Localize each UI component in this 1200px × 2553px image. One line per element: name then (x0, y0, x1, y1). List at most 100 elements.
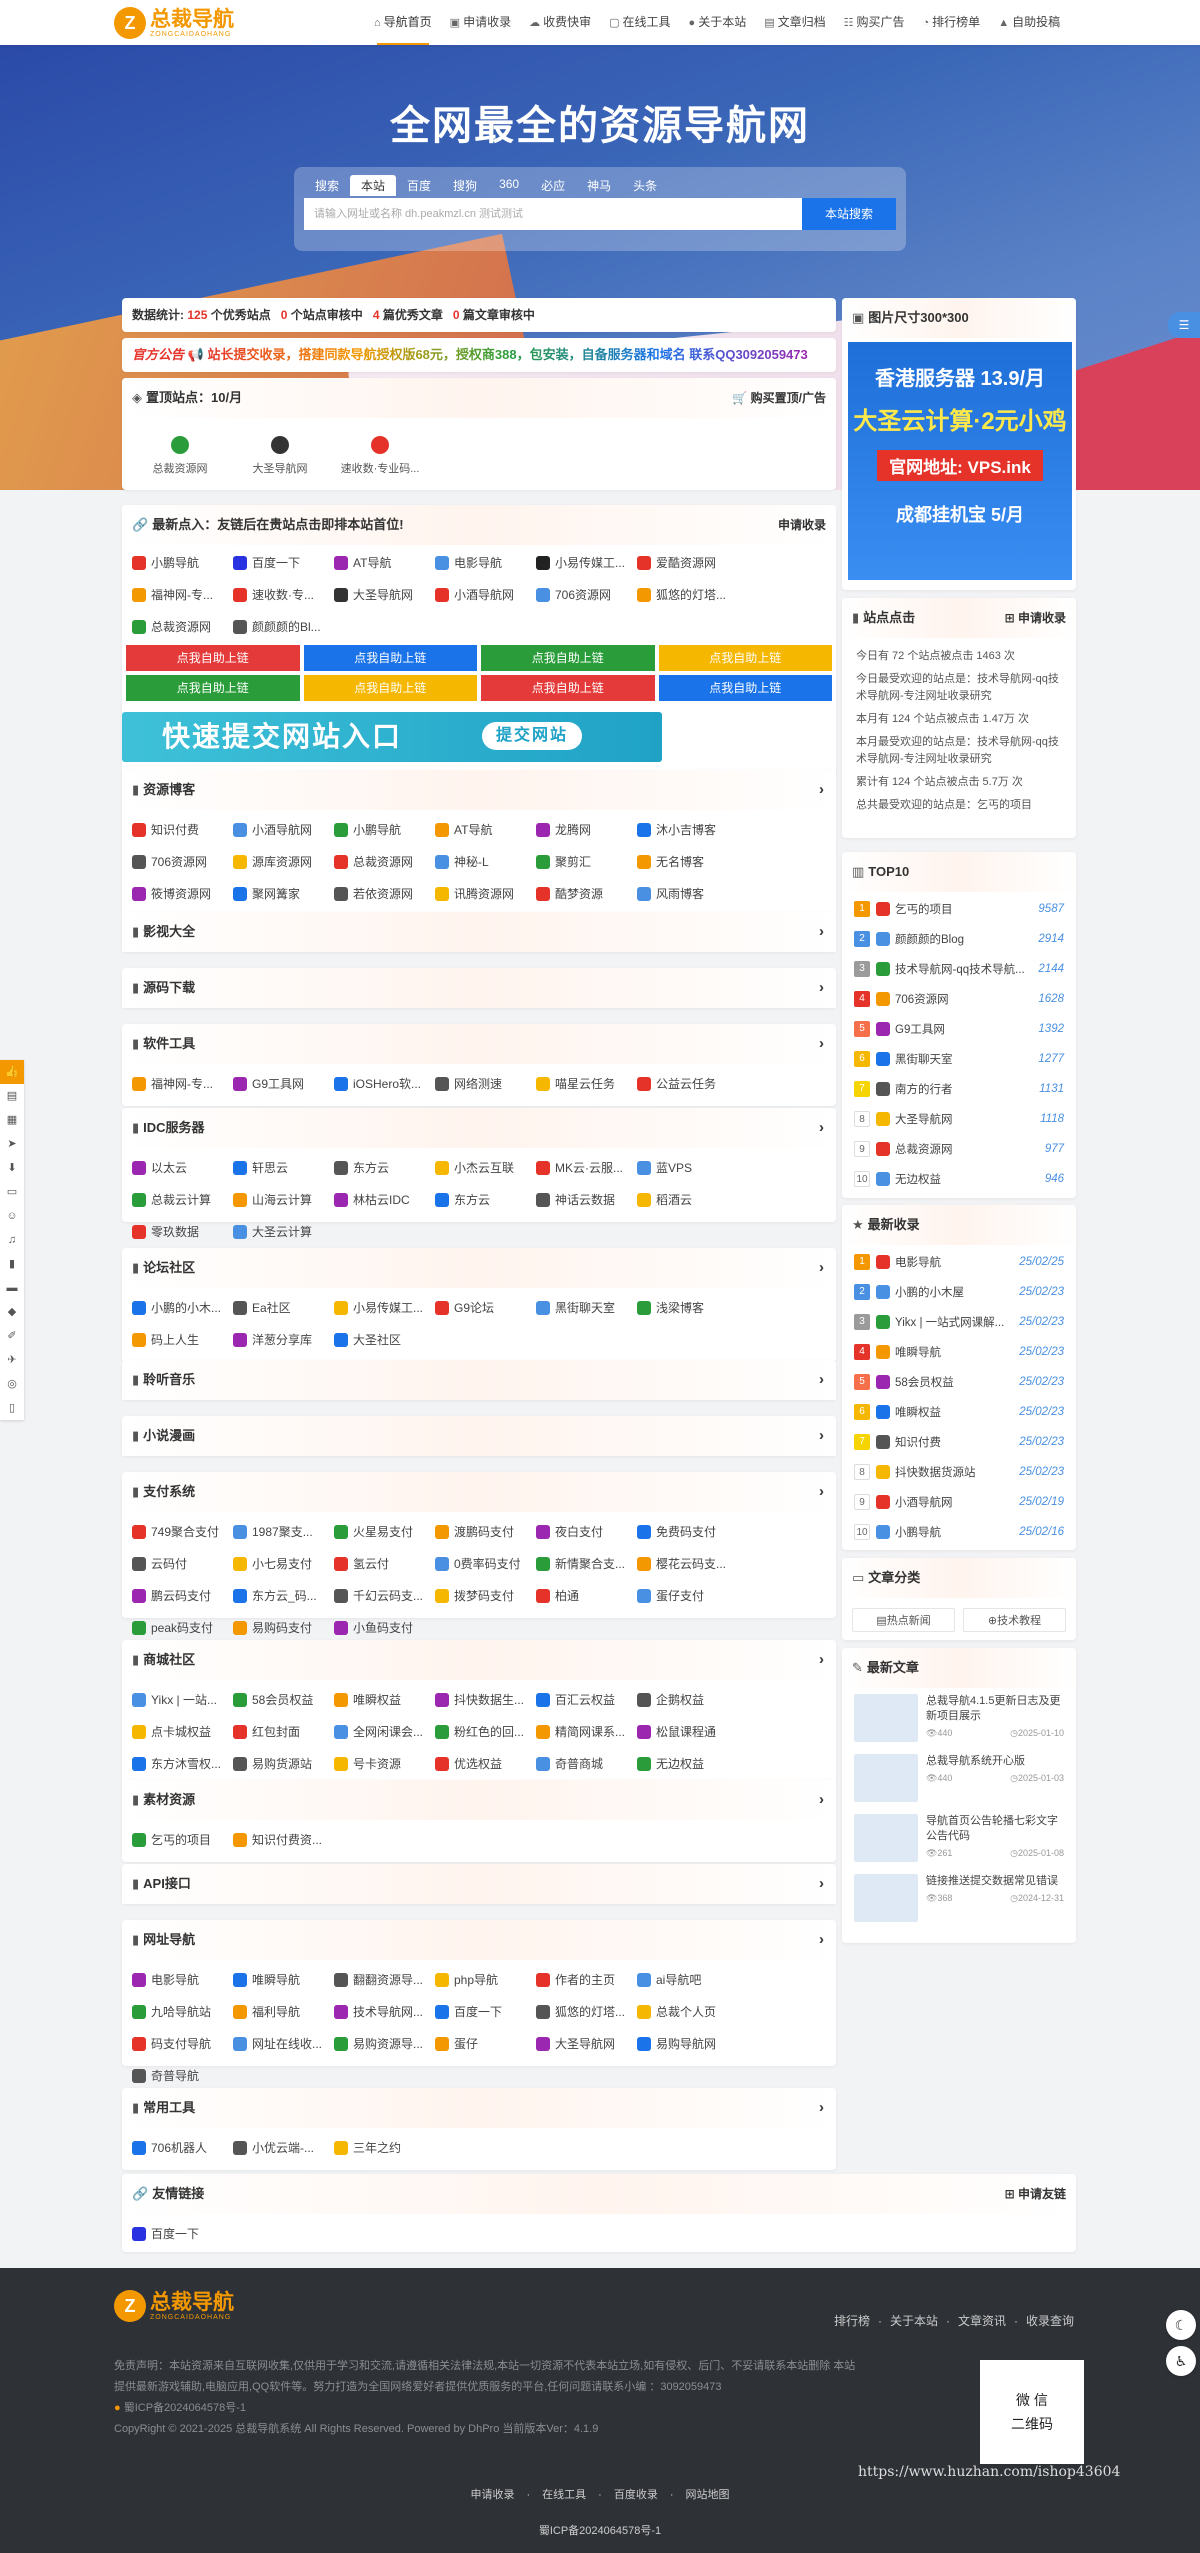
site-link[interactable]: 总裁云计算 (132, 1184, 233, 1216)
self-link-button[interactable]: 点我自助上链 (481, 675, 655, 701)
footer-logo[interactable]: Z 总裁导航 ZONGCAIDAOHANG (114, 2290, 234, 2322)
site-link[interactable]: 风雨博客 (637, 878, 738, 910)
site-link[interactable]: 网络测速 (435, 1068, 536, 1100)
download-icon[interactable]: ⬇ (0, 1156, 24, 1180)
site-link[interactable]: 易购资源导... (334, 2028, 435, 2060)
search-tab-1[interactable]: 本站 (350, 175, 397, 196)
apply-link[interactable]: 申请收录 (778, 505, 826, 545)
site-link[interactable]: 蓝VPS (637, 1152, 738, 1184)
site-link[interactable]: 翻翻资源导... (334, 1964, 435, 1996)
site-link[interactable]: 聚剪汇 (536, 846, 637, 878)
site-link[interactable]: 企鹅权益 (637, 1684, 738, 1716)
chevron-right-icon[interactable]: › (819, 770, 824, 810)
chevron-right-icon[interactable]: › (819, 912, 824, 952)
article-category-1[interactable]: ⊕技术教程 (963, 1608, 1066, 1632)
site-link[interactable]: 酷梦资源 (536, 878, 637, 910)
site-link[interactable]: 大圣导航网 (334, 579, 435, 611)
search-tab-7[interactable]: 头条 (622, 175, 668, 196)
site-link[interactable]: 筱博资源网 (132, 878, 233, 910)
self-link-button[interactable]: 点我自助上链 (303, 645, 477, 671)
nav-item-5[interactable]: ▤ 文章归档 (755, 0, 834, 45)
quick-submit-banner[interactable]: 快速提交网站入口 提交网站 (122, 712, 662, 762)
site-link[interactable]: 龙腾网 (536, 814, 637, 846)
site-link[interactable]: Ea社区 (233, 1292, 334, 1324)
site-link[interactable]: 小杰云互联 (435, 1152, 536, 1184)
friend-link[interactable]: 百度一下 (132, 2218, 233, 2250)
site-link[interactable]: 1987聚支... (233, 1516, 334, 1548)
card-icon[interactable]: ▬ (0, 1276, 24, 1300)
site-link[interactable]: 点卡城权益 (132, 1716, 233, 1748)
site-link[interactable]: 东方云 (435, 1184, 536, 1216)
apply-link-side[interactable]: ⊞ 申请收录 (1005, 598, 1066, 638)
site-link[interactable]: 讯腾资源网 (435, 878, 536, 910)
site-link[interactable]: MK云·云服... (536, 1152, 637, 1184)
category-header[interactable]: ▮ 网址导航 › (122, 1920, 836, 1960)
site-link[interactable]: 706资源网 (132, 846, 233, 878)
site-link[interactable]: 云码付 (132, 1548, 233, 1580)
site-link[interactable]: 红包封面 (233, 1716, 334, 1748)
rank-row[interactable]: 6 唯瞬权益 25/02/23 (854, 1397, 1064, 1427)
site-link[interactable]: 小优云端-... (233, 2132, 334, 2164)
site-link[interactable]: 小酒导航网 (435, 579, 536, 611)
search-tab-6[interactable]: 神马 (576, 175, 622, 196)
site-link[interactable]: 小易传媒工... (334, 1292, 435, 1324)
site-link[interactable]: iOSHero软... (334, 1068, 435, 1100)
doc-icon[interactable]: ▯ (0, 1396, 24, 1420)
nav-item-2[interactable]: ☁ 收费快审 (520, 0, 600, 45)
bag-icon[interactable]: ◆ (0, 1300, 24, 1324)
rank-row[interactable]: 1 电影导航 25/02/25 (854, 1247, 1064, 1277)
site-link[interactable]: 电影导航 (435, 547, 536, 579)
article-item[interactable]: 导航首页公告轮播七彩文字公告代码 👁261 ◷2025-01-08 (842, 1808, 1076, 1868)
search-tab-5[interactable]: 必应 (530, 175, 576, 196)
site-link[interactable]: 东方云_码... (233, 1580, 334, 1612)
plane-icon[interactable]: ✈ (0, 1348, 24, 1372)
self-link-button[interactable]: 点我自助上链 (481, 645, 655, 671)
rank-row[interactable]: 3 Yikx | 一站式网课解... 25/02/23 (854, 1307, 1064, 1337)
apply-friend-link[interactable]: ⊞ 申请友链 (1005, 2174, 1066, 2214)
rank-row[interactable]: 2 小鹏的小木屋 25/02/23 (854, 1277, 1064, 1307)
site-link[interactable]: 精简网课系... (536, 1716, 637, 1748)
moon-icon[interactable]: ☾ (1166, 2310, 1196, 2340)
site-link[interactable]: 号卡资源 (334, 1748, 435, 1780)
search-input[interactable]: 请输入网址或名称 dh.peakmzl.cn 测试测试 (304, 198, 802, 230)
site-link[interactable]: AT导航 (435, 814, 536, 846)
site-link[interactable]: 0费率码支付 (435, 1548, 536, 1580)
search-button[interactable]: 本站搜索 (802, 198, 896, 230)
site-link[interactable]: 柏通 (536, 1580, 637, 1612)
category-header[interactable]: ▮ 源码下载 › (122, 968, 836, 1008)
site-link[interactable]: 神秘-L (435, 846, 536, 878)
category-header[interactable]: ▮ API接口 › (122, 1864, 836, 1904)
category-header[interactable]: ▮ 常用工具 › (122, 2088, 836, 2128)
site-link[interactable]: 山海云计算 (233, 1184, 334, 1216)
site-link[interactable]: 全网闲课会... (334, 1716, 435, 1748)
rank-row[interactable]: 6 黑街聊天室 1277 (854, 1044, 1064, 1074)
site-link[interactable]: 电影导航 (132, 1964, 233, 1996)
footer-bottom-link[interactable]: 网站地图 (686, 2489, 730, 2501)
send-icon[interactable]: ➤ (0, 1132, 24, 1156)
site-link[interactable]: 小鹏的小木... (132, 1292, 233, 1324)
rank-row[interactable]: 10 小鹏导航 25/02/16 (854, 1517, 1064, 1547)
site-link[interactable]: 小鹏导航 (132, 547, 233, 579)
site-link[interactable]: 稻酒云 (637, 1184, 738, 1216)
rank-row[interactable]: 7 南方的行者 1131 (854, 1074, 1064, 1104)
rank-row[interactable]: 5 G9工具网 1392 (854, 1014, 1064, 1044)
footer-bottom-link[interactable]: 在线工具 (542, 2489, 586, 2501)
nav-item-4[interactable]: ● 关于本站 (680, 0, 756, 45)
site-link[interactable]: 樱花云码支... (637, 1548, 738, 1580)
chevron-right-icon[interactable]: › (819, 1360, 824, 1400)
thumbs-up-icon[interactable]: 👍 (0, 1060, 24, 1084)
site-link[interactable]: 氢云付 (334, 1548, 435, 1580)
music-icon[interactable]: ♫ (0, 1228, 24, 1252)
side-ad-image[interactable]: 香港服务器 13.9/月 大圣云计算·2元小鸡 官网地址: VPS.ink 成都… (848, 342, 1072, 580)
nav-item-6[interactable]: ☷ 购买广告 (835, 0, 914, 45)
category-header[interactable]: ▮ 软件工具 › (122, 1024, 836, 1064)
site-link[interactable]: Yikx | 一站... (132, 1684, 233, 1716)
self-link-button[interactable]: 点我自助上链 (126, 645, 300, 671)
search-tab-3[interactable]: 搜狗 (442, 175, 488, 196)
site-link[interactable]: 小酒导航网 (233, 814, 334, 846)
site-link[interactable]: 小鹏导航 (334, 814, 435, 846)
site-link[interactable]: 百度一下 (233, 547, 334, 579)
chevron-right-icon[interactable]: › (819, 2088, 824, 2128)
chevron-right-icon[interactable]: › (819, 1920, 824, 1960)
site-link[interactable]: 福神网-专... (132, 1068, 233, 1100)
